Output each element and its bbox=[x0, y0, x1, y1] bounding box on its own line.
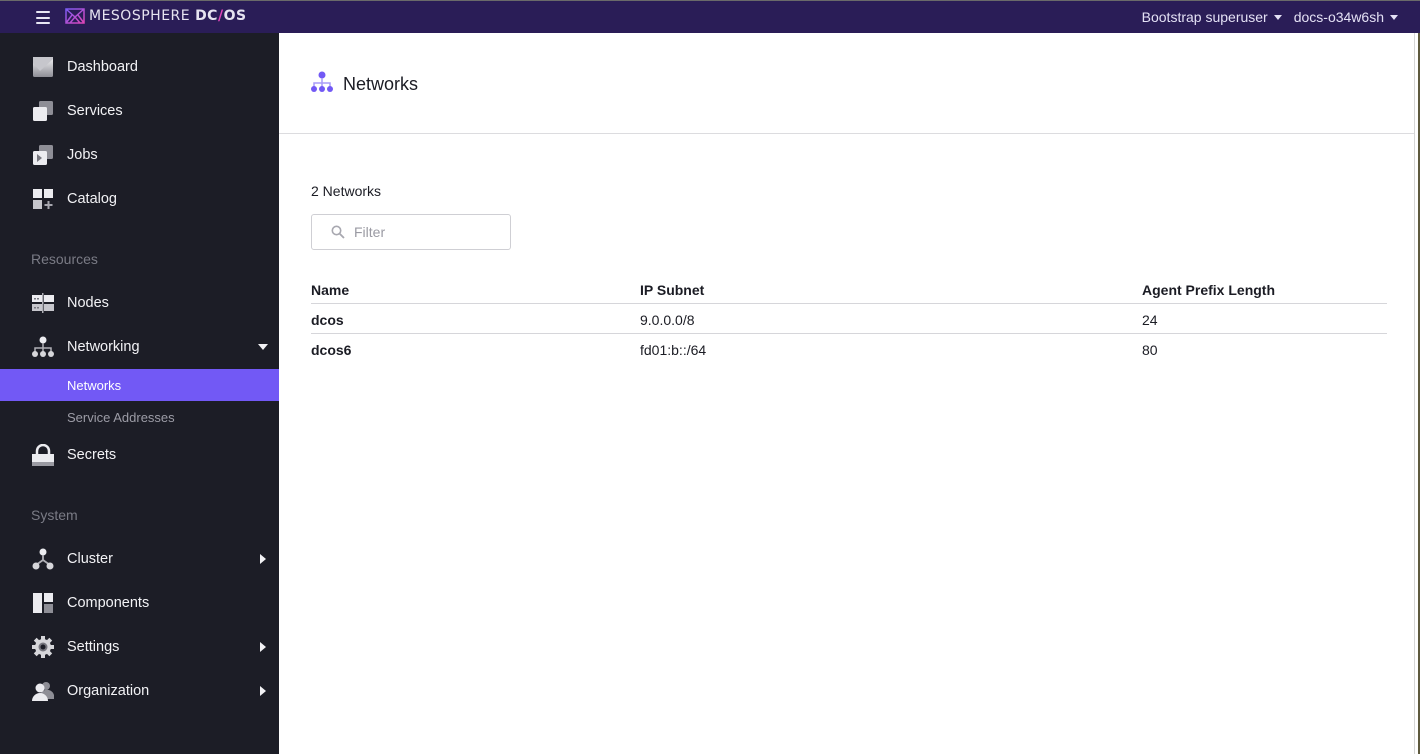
sidebar-item-networking[interactable]: Networking bbox=[0, 329, 279, 365]
mesosphere-logo[interactable]: MESOSPHERE DC/OS bbox=[65, 8, 247, 24]
network-name-link[interactable]: dcos6 bbox=[311, 342, 351, 358]
caret-down-icon bbox=[1390, 14, 1398, 20]
page-title: Networks bbox=[343, 74, 419, 94]
networking-icon bbox=[32, 336, 54, 358]
sidebar-item-dashboard[interactable]: Dashboard bbox=[0, 49, 279, 85]
nodes-icon bbox=[32, 292, 54, 314]
sidebar-item-jobs[interactable]: Jobs bbox=[0, 137, 279, 173]
user-menu-dropdown[interactable]: Bootstrap superuser bbox=[1142, 9, 1282, 25]
components-icon bbox=[32, 592, 54, 614]
user-menu-label: Bootstrap superuser bbox=[1141, 9, 1268, 25]
search-icon bbox=[331, 225, 345, 239]
catalog-icon bbox=[32, 188, 54, 210]
ip-subnet-cell: fd01:b::/64 bbox=[640, 342, 707, 358]
sidebar-item-settings[interactable]: Settings bbox=[0, 629, 279, 665]
sidebar-subitem-networks[interactable]: Networks bbox=[0, 369, 279, 401]
network-name-link[interactable]: dcos bbox=[311, 312, 344, 328]
agent-prefix-length-cell: 24 bbox=[1142, 312, 1158, 328]
sidebar-item-services[interactable]: Services bbox=[0, 93, 279, 129]
section-label-system: System bbox=[31, 507, 78, 523]
services-icon bbox=[32, 100, 54, 122]
top-bar: MESOSPHERE DC/OS Bootstrap superuser doc… bbox=[0, 0, 1420, 33]
networks-count: 2 Networks bbox=[311, 183, 382, 199]
column-header-name[interactable]: Name bbox=[311, 282, 349, 298]
organization-icon bbox=[32, 680, 54, 702]
main-content: Networks 2 Networks Name IP Subnet Agent… bbox=[279, 33, 1414, 754]
sidebar: Dashboard Services Jobs Catalog Resource… bbox=[0, 33, 279, 754]
cluster-menu-label: docs-o34w6sh bbox=[1293, 9, 1384, 25]
filter-box bbox=[311, 214, 511, 250]
page-header: Networks bbox=[279, 33, 1414, 134]
filter-input[interactable] bbox=[354, 224, 494, 240]
sidebar-item-components[interactable]: Components bbox=[0, 585, 279, 621]
jobs-icon bbox=[32, 144, 54, 166]
cluster-menu-dropdown[interactable]: docs-o34w6sh bbox=[1294, 9, 1398, 25]
brand-name: MESOSPHERE DC/OS bbox=[89, 8, 247, 24]
sidebar-item-catalog[interactable]: Catalog bbox=[0, 181, 279, 217]
chevron-right-icon bbox=[260, 686, 266, 696]
table-row: dcos6 fd01:b::/64 80 bbox=[311, 334, 1387, 364]
window-edge bbox=[1414, 33, 1420, 754]
networks-table: Name IP Subnet Agent Prefix Length dcos … bbox=[311, 274, 1387, 364]
chevron-right-icon bbox=[260, 642, 266, 652]
sidebar-item-cluster[interactable]: Cluster bbox=[0, 541, 279, 577]
column-header-agent-prefix-length[interactable]: Agent Prefix Length bbox=[1142, 282, 1275, 298]
table-row: dcos 9.0.0.0/8 24 bbox=[311, 304, 1387, 334]
table-header-row: Name IP Subnet Agent Prefix Length bbox=[311, 274, 1387, 304]
sidebar-subitem-service-addresses[interactable]: Service Addresses bbox=[0, 401, 279, 433]
sidebar-item-secrets[interactable]: Secrets bbox=[0, 437, 279, 473]
column-header-ip-subnet[interactable]: IP Subnet bbox=[640, 282, 704, 298]
lock-icon bbox=[32, 444, 54, 466]
chevron-down-icon bbox=[258, 344, 268, 350]
gear-icon bbox=[32, 636, 54, 658]
agent-prefix-length-cell: 80 bbox=[1142, 342, 1158, 358]
dashboard-icon bbox=[32, 56, 54, 78]
hamburger-menu-icon[interactable] bbox=[36, 11, 50, 24]
chevron-right-icon bbox=[260, 554, 266, 564]
cluster-icon bbox=[32, 548, 54, 570]
sidebar-item-nodes[interactable]: Nodes bbox=[0, 285, 279, 321]
networking-icon bbox=[311, 71, 333, 98]
sidebar-item-organization[interactable]: Organization bbox=[0, 673, 279, 709]
ip-subnet-cell: 9.0.0.0/8 bbox=[640, 312, 695, 328]
section-label-resources: Resources bbox=[31, 251, 98, 267]
mesosphere-logo-icon bbox=[65, 8, 85, 24]
caret-down-icon bbox=[1273, 14, 1282, 20]
